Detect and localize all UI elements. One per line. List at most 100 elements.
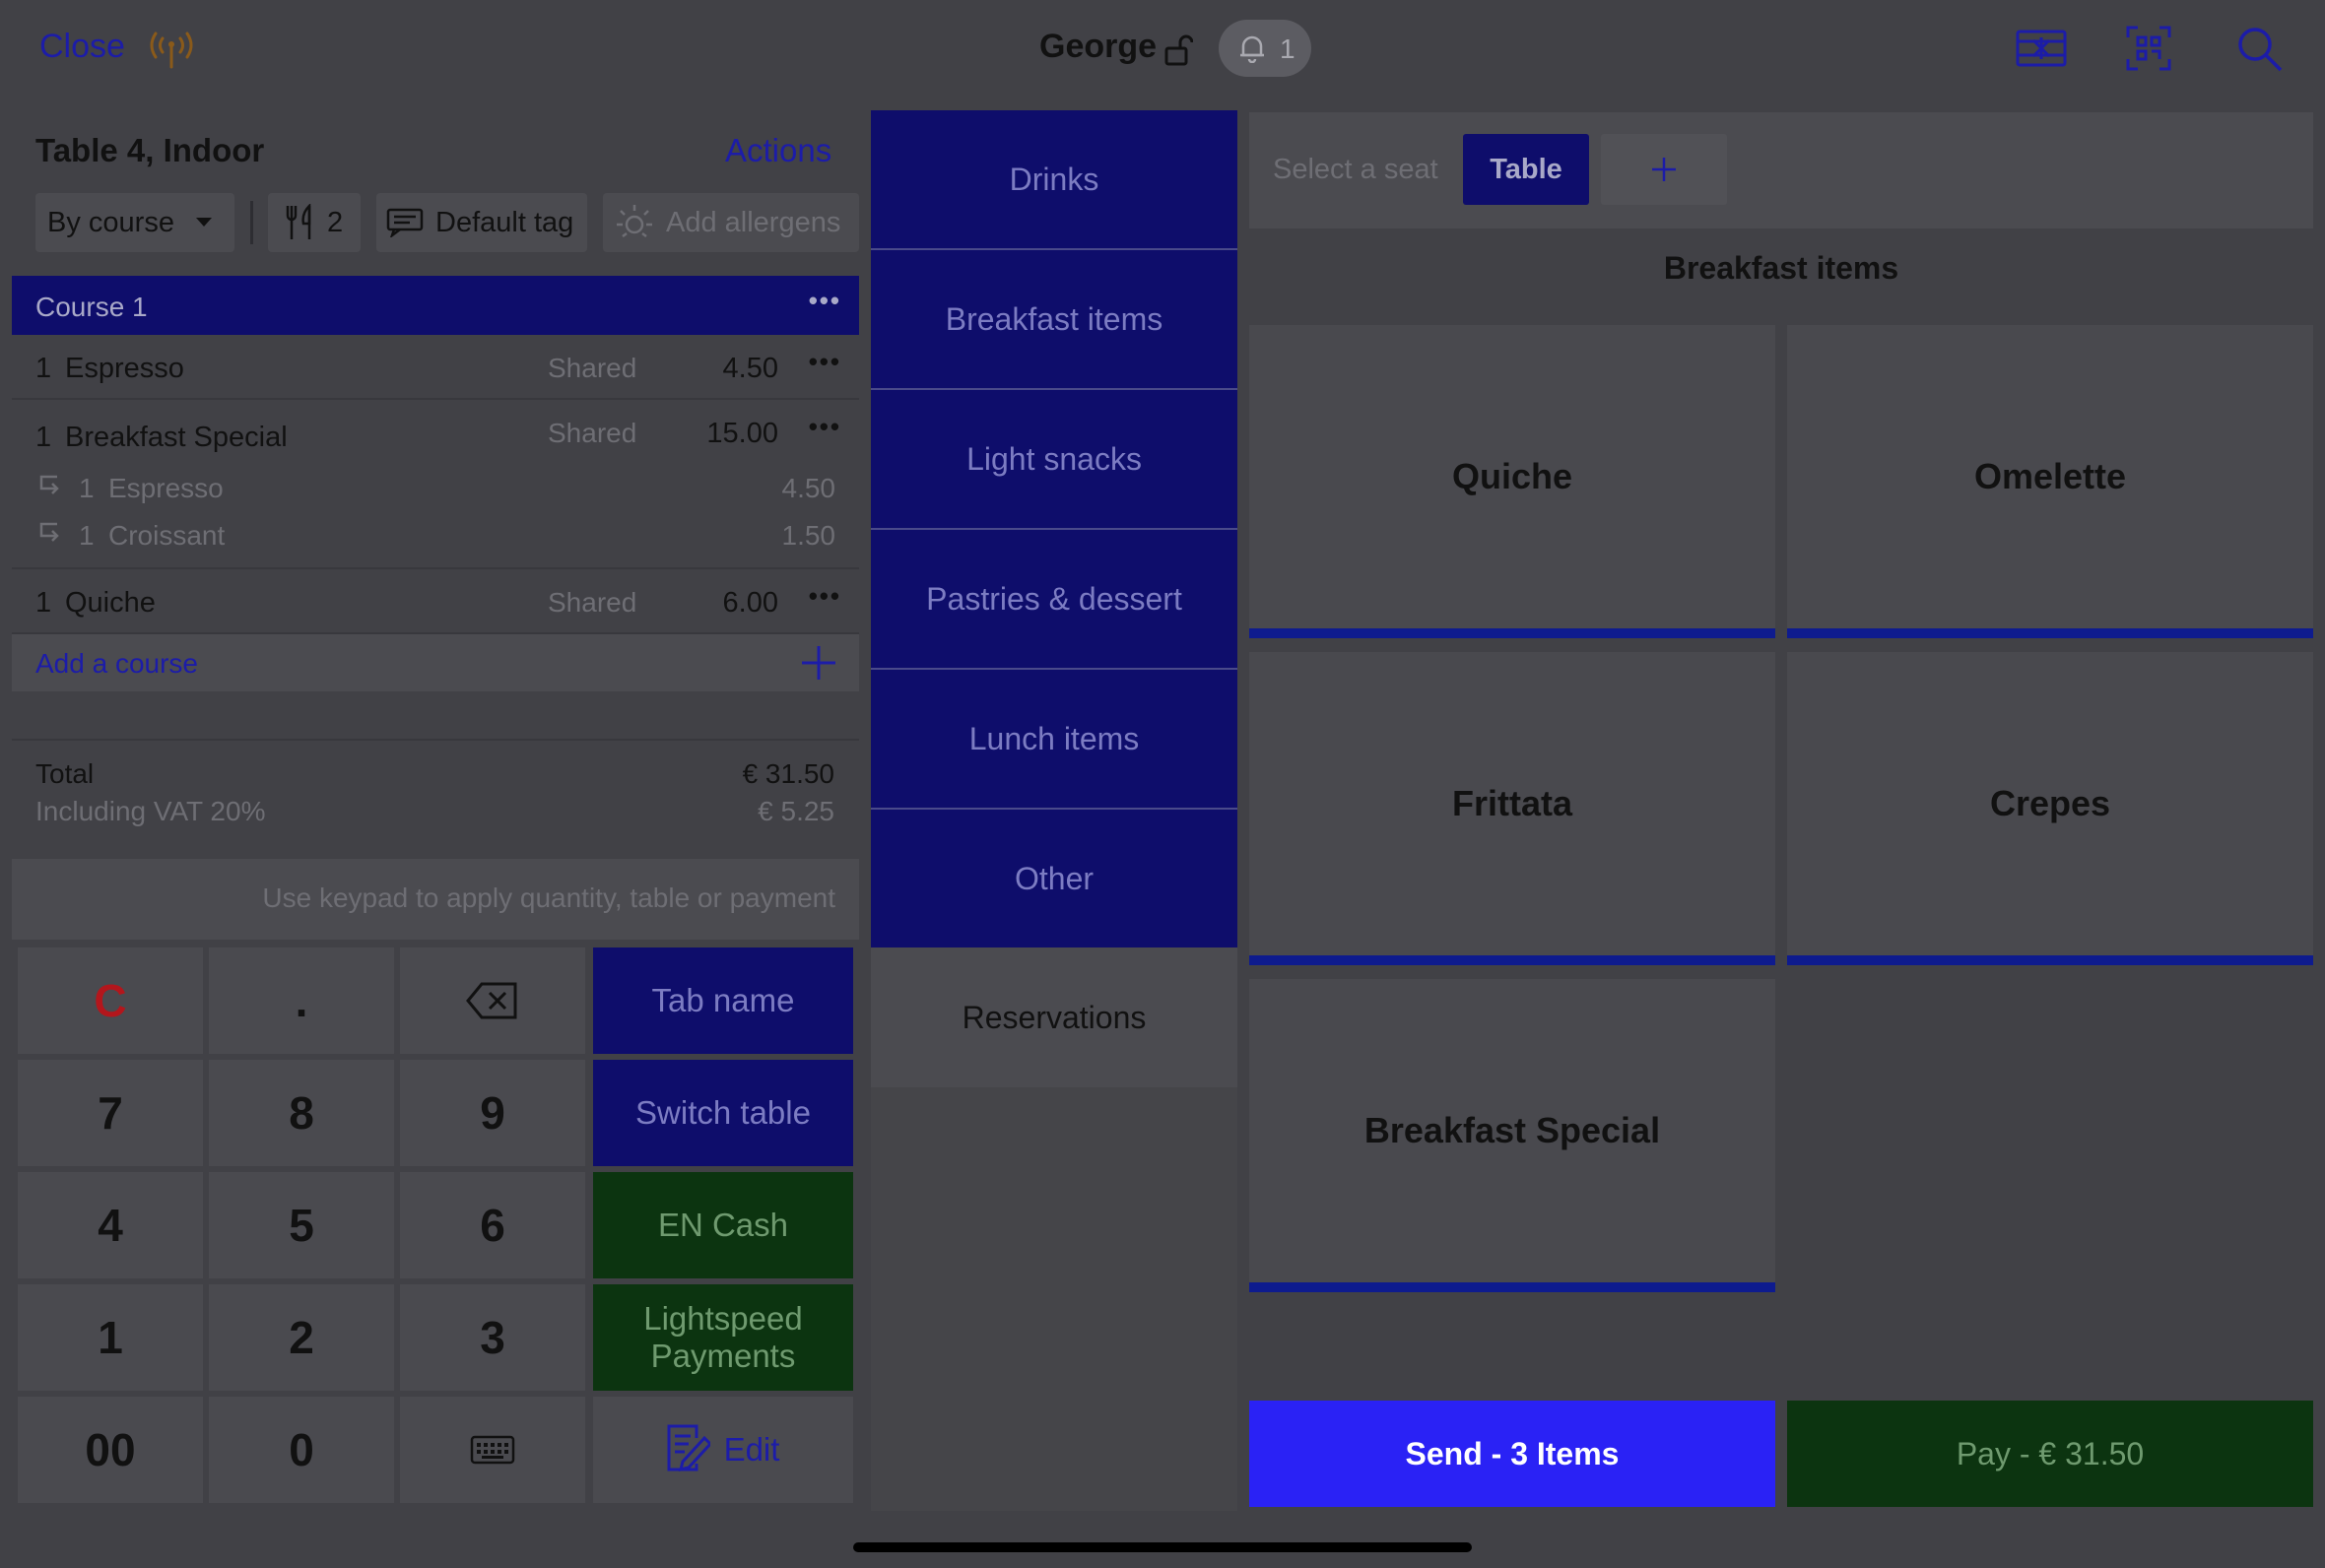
keypad-hint: Use keypad to apply quantity, table or p… xyxy=(12,859,859,940)
order-line-shared: Shared xyxy=(548,418,637,448)
antenna-icon xyxy=(146,26,197,69)
digit-key[interactable]: 7 xyxy=(18,1060,203,1166)
search-icon[interactable] xyxy=(2236,26,2284,73)
order-line-name: Espresso xyxy=(65,353,184,384)
product-tile-omelette[interactable]: Omelette xyxy=(1787,325,2313,638)
plus-icon xyxy=(800,644,837,682)
course-mode-label: By course xyxy=(47,206,174,238)
category-pastries-dessert[interactable]: Pastries & dessert xyxy=(871,530,1237,670)
modifier-arrow-icon xyxy=(37,475,61,496)
order-line-name: Breakfast Special xyxy=(65,422,288,453)
menu-section-title: Breakfast items xyxy=(1663,250,1899,286)
product-tile-crepes[interactable]: Crepes xyxy=(1787,652,2313,965)
qr-scan-icon[interactable] xyxy=(2126,26,2171,71)
modifier-qty: 1 xyxy=(79,520,95,551)
lightspeed-payments-button[interactable]: Lightspeed Payments xyxy=(593,1284,853,1391)
order-line[interactable]: 1 Breakfast Special Shared 15.00 ••• 1 E… xyxy=(12,400,859,569)
keyboard-key[interactable] xyxy=(400,1397,585,1503)
keypad-hint-text: Use keypad to apply quantity, table or p… xyxy=(262,882,835,913)
plus-icon xyxy=(1650,156,1678,183)
order-line-qty: 1 xyxy=(35,353,52,384)
double-zero-key[interactable]: 00 xyxy=(18,1397,203,1503)
digit-key[interactable]: 6 xyxy=(400,1172,585,1278)
modifier-price: 4.50 xyxy=(781,473,836,503)
order-line-more-icon[interactable]: ••• xyxy=(809,581,841,612)
course-mode-dropdown[interactable]: By course xyxy=(35,193,234,252)
order-line-name: Quiche xyxy=(65,587,156,619)
modifier-arrow-icon xyxy=(37,522,61,544)
total-value: € 31.50 xyxy=(742,758,834,789)
clear-key[interactable]: C xyxy=(18,947,203,1054)
divider xyxy=(12,739,859,741)
category-other[interactable]: Other xyxy=(871,810,1237,947)
lock-icon[interactable] xyxy=(1163,33,1193,67)
backspace-key[interactable] xyxy=(400,947,585,1054)
tag-button[interactable]: Default tag xyxy=(376,193,587,252)
product-tile-frittata[interactable]: Frittata xyxy=(1249,652,1775,965)
order-line-shared: Shared xyxy=(548,587,637,618)
order-line-more-icon[interactable]: ••• xyxy=(809,412,841,442)
order-line-qty: 1 xyxy=(35,587,52,619)
covers-count: 2 xyxy=(327,206,344,238)
divider xyxy=(250,201,253,244)
course-header[interactable]: Course 1 ••• xyxy=(12,276,859,335)
card-icon[interactable] xyxy=(2016,28,2067,69)
modifier-qty: 1 xyxy=(79,473,95,503)
product-tile-breakfast-special[interactable]: Breakfast Special xyxy=(1249,979,1775,1292)
allergens-label: Add allergens xyxy=(666,206,841,238)
digit-key[interactable]: 4 xyxy=(18,1172,203,1278)
allergens-button[interactable]: Add allergens xyxy=(603,193,859,252)
category-drinks[interactable]: Drinks xyxy=(871,110,1237,250)
digit-key[interactable]: 8 xyxy=(209,1060,394,1166)
chevron-down-icon xyxy=(195,218,212,228)
modifier-price: 1.50 xyxy=(781,520,836,551)
user-name[interactable]: George xyxy=(1039,28,1157,66)
order-line[interactable]: 1 Quiche Shared 6.00 ••• xyxy=(12,569,859,634)
table-title: Table 4, Indoor xyxy=(35,132,265,168)
course-more-icon[interactable]: ••• xyxy=(809,286,841,316)
add-course-label: Add a course xyxy=(35,648,198,679)
tab-name-button[interactable]: Tab name xyxy=(593,947,853,1054)
digit-key[interactable]: 5 xyxy=(209,1172,394,1278)
covers-button[interactable]: 2 xyxy=(268,193,361,252)
add-seat-button[interactable] xyxy=(1601,134,1727,205)
send-button[interactable]: Send - 3 Items xyxy=(1249,1401,1775,1507)
category-reservations[interactable]: Reservations xyxy=(871,947,1237,1087)
category-lunch-items[interactable]: Lunch items xyxy=(871,670,1237,810)
category-column-empty xyxy=(871,1087,1237,1511)
order-line-more-icon[interactable]: ••• xyxy=(809,347,841,377)
edit-icon xyxy=(667,1424,710,1475)
cash-payment-button[interactable]: EN Cash xyxy=(593,1172,853,1278)
digit-key[interactable]: 2 xyxy=(209,1284,394,1391)
seat-label: Select a seat xyxy=(1273,154,1438,185)
order-line-shared: Shared xyxy=(548,353,637,383)
cutlery-icon xyxy=(284,204,315,241)
digit-key[interactable]: 9 xyxy=(400,1060,585,1166)
allergen-icon xyxy=(615,203,654,242)
seat-table-button[interactable]: Table xyxy=(1463,134,1589,205)
actions-link[interactable]: Actions xyxy=(725,132,831,169)
tag-icon xyxy=(386,208,424,237)
notification-badge[interactable]: 1 xyxy=(1219,20,1311,77)
vat-label: Including VAT 20% xyxy=(35,796,266,826)
digit-key[interactable]: 1 xyxy=(18,1284,203,1391)
digit-key[interactable]: 0 xyxy=(209,1397,394,1503)
order-line-qty: 1 xyxy=(35,422,52,453)
modifier-name: Croissant xyxy=(108,520,226,551)
order-line[interactable]: 1 Espresso Shared 4.50 ••• xyxy=(12,335,859,400)
category-light-snacks[interactable]: Light snacks xyxy=(871,390,1237,530)
close-button[interactable]: Close xyxy=(39,28,125,66)
add-course-button[interactable]: Add a course xyxy=(12,634,859,691)
tag-label: Default tag xyxy=(435,206,574,238)
decimal-key[interactable]: . xyxy=(209,947,394,1054)
switch-table-button[interactable]: Switch table xyxy=(593,1060,853,1166)
order-line-price: 15.00 xyxy=(706,418,778,449)
pay-button[interactable]: Pay - € 31.50 xyxy=(1787,1401,2313,1507)
home-indicator[interactable] xyxy=(853,1542,1472,1552)
backspace-icon xyxy=(466,982,519,1019)
digit-key[interactable]: 3 xyxy=(400,1284,585,1391)
category-breakfast-items[interactable]: Breakfast items xyxy=(871,250,1237,390)
edit-button[interactable]: Edit xyxy=(593,1397,853,1503)
order-line-price: 6.00 xyxy=(722,587,778,619)
product-tile-quiche[interactable]: Quiche xyxy=(1249,325,1775,638)
